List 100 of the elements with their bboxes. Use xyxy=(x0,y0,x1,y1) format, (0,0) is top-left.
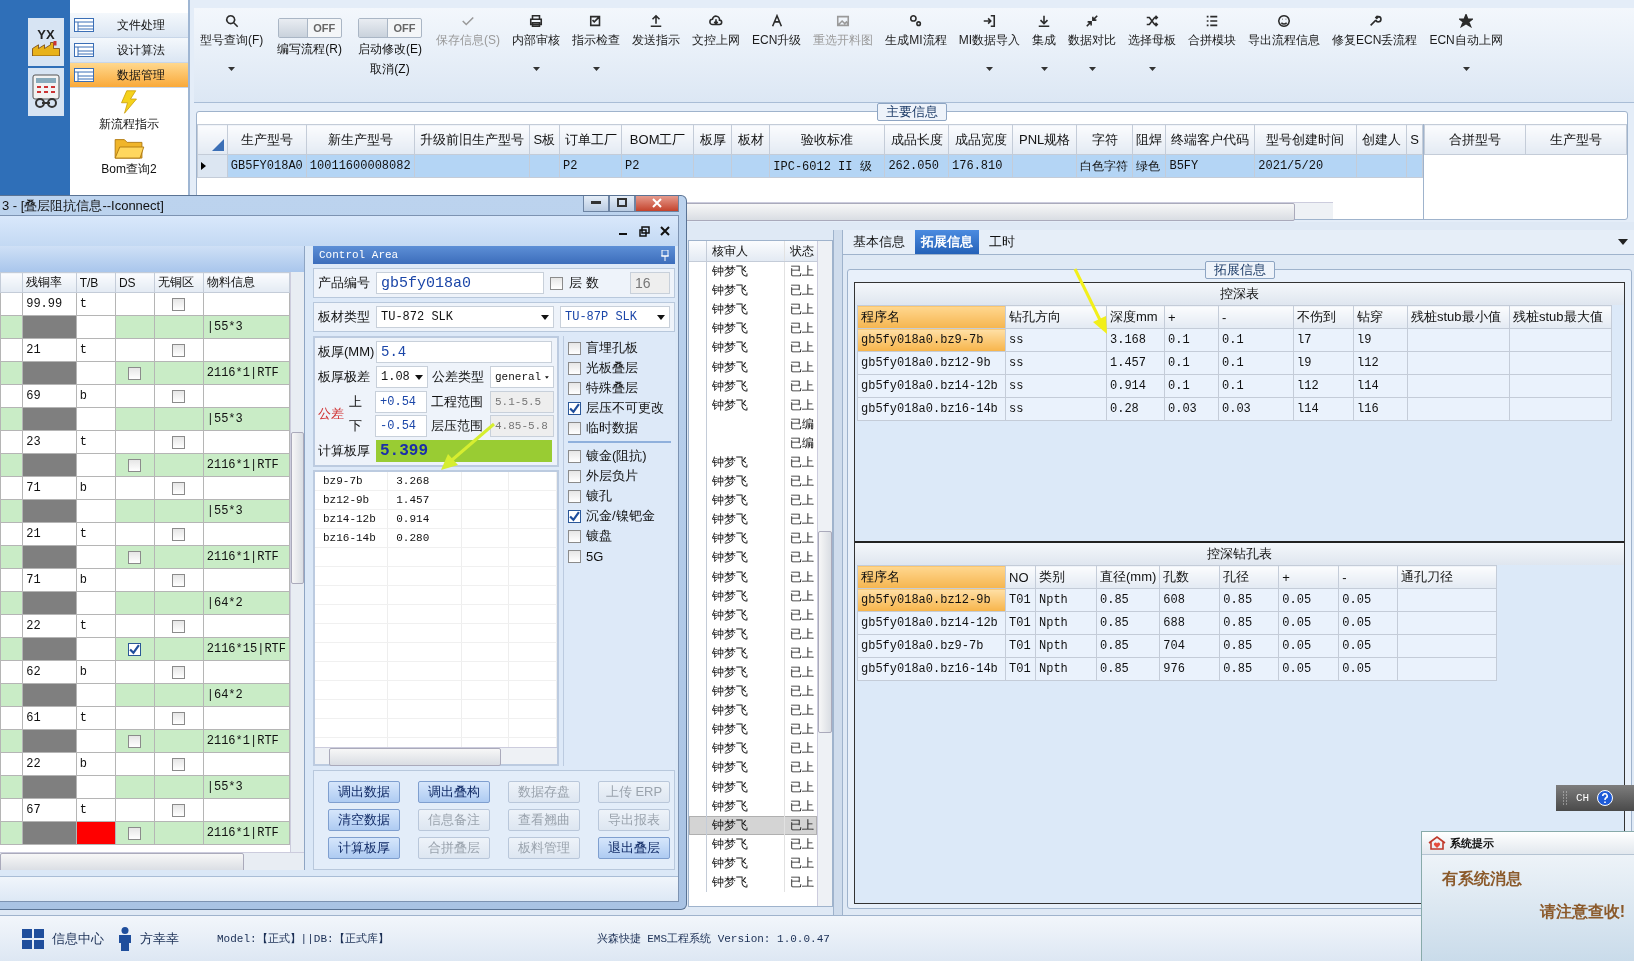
column-header[interactable]: 残桩stub最大值 xyxy=(1509,305,1612,329)
toolbar-button[interactable]: 内部审核 xyxy=(506,14,566,71)
checkbox[interactable] xyxy=(568,549,581,563)
product-code-field[interactable]: gb5fy018a0 xyxy=(376,272,544,294)
column-header[interactable]: NO xyxy=(1005,565,1036,589)
close-icon[interactable] xyxy=(660,226,670,236)
checkbox[interactable] xyxy=(172,758,186,772)
toolbar-button[interactable]: ECN升级 xyxy=(746,14,808,49)
list-row[interactable]: 钟梦飞 已上 xyxy=(689,873,817,893)
column-header[interactable]: 创建人 xyxy=(1356,124,1407,155)
checkbox[interactable] xyxy=(172,298,186,312)
action-button[interactable]: 退出叠层 xyxy=(598,837,670,859)
checkbox[interactable] xyxy=(568,361,581,375)
pin-icon[interactable] xyxy=(661,249,669,261)
scrollbar[interactable] xyxy=(315,747,557,764)
checkbox[interactable] xyxy=(568,421,581,435)
list-row[interactable]: 钟梦飞 已上 xyxy=(689,262,817,282)
action-button[interactable]: 清空数据 xyxy=(328,809,400,831)
table-cell[interactable]: gb5fy018a0.bz9-7b xyxy=(857,328,1006,352)
list-row[interactable]: 钟梦飞 已上 xyxy=(689,567,817,587)
maximize-button[interactable] xyxy=(609,196,635,212)
checkbox[interactable] xyxy=(172,620,186,634)
toolbar-button[interactable]: 合拼模块 xyxy=(1182,14,1243,49)
checkbox[interactable] xyxy=(172,344,186,358)
list-row[interactable]: 钟梦飞 已上 xyxy=(689,395,817,415)
column-header[interactable]: 型号创建时间 xyxy=(1254,124,1357,155)
lower-field[interactable]: -0.54 xyxy=(375,415,428,437)
nav-item[interactable]: 文件处理 xyxy=(70,13,188,38)
nav-item[interactable]: 数据管理 xyxy=(70,63,188,88)
checkbox[interactable] xyxy=(128,827,142,841)
tab[interactable]: 基本信息 xyxy=(847,230,911,254)
grid-icon[interactable] xyxy=(22,928,44,949)
checkbox[interactable] xyxy=(568,341,581,355)
column-header[interactable]: 状态 xyxy=(785,242,817,260)
caret-icon[interactable] xyxy=(1618,239,1628,245)
checkbox[interactable] xyxy=(568,381,581,395)
list-row[interactable]: 钟梦飞 已上 xyxy=(689,586,817,606)
column-header[interactable]: 生产型号 xyxy=(1525,124,1627,155)
list-row[interactable]: 钟梦飞 已上 xyxy=(689,834,817,854)
checkbox[interactable] xyxy=(172,712,186,726)
column-header[interactable]: 合拼型号 xyxy=(1424,124,1526,155)
list-row[interactable]: 已编 xyxy=(689,414,817,434)
action-button[interactable]: 计算板厚 xyxy=(328,837,400,859)
column-header[interactable]: 直径(mm) xyxy=(1096,565,1160,589)
list-row[interactable]: 已编 xyxy=(689,433,817,453)
column-header[interactable]: 板厚 xyxy=(693,124,732,155)
column-header[interactable]: 程序名 xyxy=(857,565,1006,589)
checkbox[interactable] xyxy=(568,509,581,523)
list-row[interactable]: 钟梦飞 已上 xyxy=(689,777,817,797)
table-cell[interactable]: gb5fy018a0.bz9-7b xyxy=(857,634,1006,658)
table-cell[interactable]: gb5fy018a0.bz16-14b xyxy=(857,657,1006,681)
checkbox[interactable] xyxy=(172,482,186,496)
material-dropdown[interactable]: TU-87P SLK xyxy=(560,306,670,328)
list-row[interactable]: 钟梦飞 已上 xyxy=(689,319,817,339)
list-row[interactable]: 钟梦飞 已上 xyxy=(689,510,817,530)
checkbox[interactable] xyxy=(172,666,186,680)
toolbar-button[interactable]: 数据对比 xyxy=(1062,14,1123,71)
shortcut-button[interactable]: Bom查询2 xyxy=(70,135,188,178)
toolbar-button[interactable]: 指示检查 xyxy=(566,14,626,71)
list-row[interactable]: 钟梦飞 已上 xyxy=(689,452,817,473)
column-header[interactable]: 板材 xyxy=(731,124,770,155)
column-header[interactable]: 通孔刀径 xyxy=(1397,565,1497,589)
checkbox[interactable] xyxy=(128,551,142,565)
column-header[interactable]: 程序名 xyxy=(857,305,1006,329)
table-cell[interactable]: gb5fy018a0.bz16-14b xyxy=(857,397,1006,421)
table-cell[interactable]: gb5fy018a0.bz12-9b xyxy=(857,588,1006,612)
toolbar-button[interactable]: 导出流程信息 xyxy=(1242,14,1327,49)
info-center-label[interactable]: 信息中心 xyxy=(52,929,104,948)
list-row[interactable]: 钟梦飞 已上 xyxy=(689,548,817,568)
toolbar-button[interactable]: 选择母板 xyxy=(1122,14,1183,71)
table-row[interactable]: GB5FY018A0 10011600008082 P2 P2 IPC-6012 II 级 262.050 176.810 白色字符 绿色 B5FY 2021/5/20 xyxy=(197,154,1423,178)
scrollbar[interactable] xyxy=(0,852,304,870)
checkbox[interactable] xyxy=(172,574,186,588)
range-dropdown[interactable]: 1.08 xyxy=(376,366,428,388)
list-row[interactable]: 钟梦飞 已上 xyxy=(689,357,817,377)
list-row[interactable]: 钟梦飞 已上 xyxy=(689,472,817,492)
list-row[interactable]: 钟梦飞 已上 xyxy=(689,491,817,511)
tab[interactable]: 拓展信息 xyxy=(915,230,979,254)
tab[interactable]: 工时 xyxy=(983,230,1021,254)
list-row[interactable]: 钟梦飞 已上 xyxy=(689,376,817,396)
column-header[interactable]: 孔数 xyxy=(1159,565,1220,589)
column-header[interactable]: 深度mm xyxy=(1106,305,1165,329)
column-header[interactable]: 物料信息 xyxy=(203,272,290,293)
column-header[interactable]: 终端客户代码 xyxy=(1165,124,1255,155)
help-icon[interactable] xyxy=(1597,790,1614,806)
column-header[interactable]: T/B xyxy=(76,272,116,293)
column-header[interactable]: 字符 xyxy=(1076,124,1133,155)
toggle-switch[interactable]: OFF xyxy=(358,18,422,38)
toolbar-button[interactable]: 生成MI流程 xyxy=(879,14,953,49)
column-header[interactable]: 成品长度 xyxy=(884,124,949,155)
list-row[interactable]: 钟梦飞 已上 xyxy=(689,605,817,625)
list-row[interactable]: 钟梦飞 已上 xyxy=(689,624,817,644)
column-header[interactable]: 残铜率 xyxy=(22,272,77,293)
list-row[interactable]: 钟梦飞 已上 xyxy=(689,281,817,301)
upper-field[interactable]: +0.54 xyxy=(375,391,428,413)
column-header[interactable]: 订单工厂 xyxy=(559,124,622,155)
column-header[interactable]: 残桩stub最小值 xyxy=(1407,305,1510,329)
toolbar-button[interactable]: 型号查询(F) xyxy=(194,14,270,71)
column-header[interactable]: 无铜区 xyxy=(154,272,204,293)
list-row[interactable]: 钟梦飞 已上 xyxy=(689,682,817,702)
